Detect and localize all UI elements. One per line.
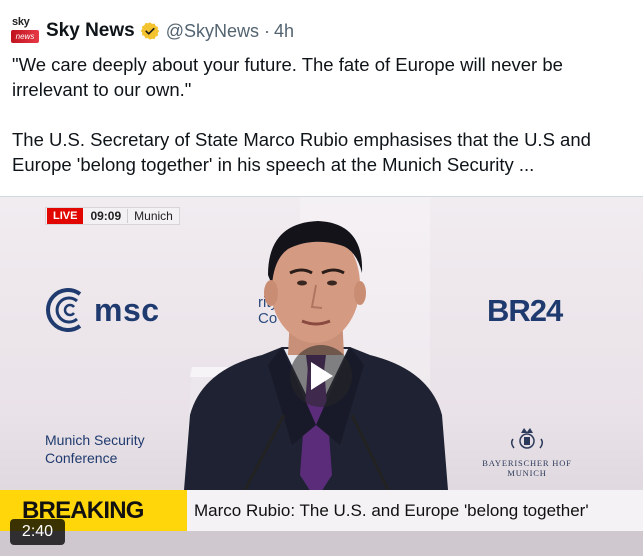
broadcast-clock: 09:09 — [84, 209, 129, 223]
author-handle[interactable]: @SkyNews — [166, 21, 259, 42]
tweet-timestamp[interactable]: 4h — [274, 21, 294, 42]
breaking-news-headline: Marco Rubio: The U.S. and Europe 'belong… — [187, 490, 643, 531]
live-status-bar: LIVE 09:09 Munich — [45, 207, 180, 225]
br24-logo: BR24 — [487, 293, 563, 328]
lower-strip — [0, 531, 643, 556]
video-duration-badge: 2:40 — [10, 519, 65, 545]
hotel-name: BAYERISCHER HOF MUNICH — [482, 458, 572, 478]
tweet-text: "We care deeply about your future. The f… — [12, 54, 591, 175]
msc-caption: Munich Security Conference — [45, 432, 145, 466]
tweet-card[interactable]: sky news Sky News @SkyNews · 4h "We care… — [0, 0, 643, 556]
play-icon — [311, 362, 333, 390]
crest-icon — [510, 428, 544, 449]
play-button[interactable] — [290, 345, 352, 407]
msc-logo: msc — [44, 285, 160, 335]
avatar-news-text: news — [11, 30, 39, 43]
sky-news-avatar[interactable]: sky news — [10, 16, 40, 46]
bayerischer-hof-logo: BAYERISCHER HOF MUNICH — [468, 425, 586, 478]
video-player[interactable]: msc rity Co BR24 Munich Security Confere… — [0, 196, 643, 556]
broadcast-location: Munich — [134, 209, 173, 223]
tweet-header: sky news Sky News @SkyNews · 4h — [10, 16, 294, 46]
msc-c-icon — [46, 288, 82, 332]
live-badge: LIVE — [47, 208, 84, 224]
msc-logo-text: msc — [94, 291, 160, 328]
breaking-news-banner: BREAKING NEWS Marco Rubio: The U.S. and … — [0, 490, 643, 556]
separator-dot: · — [264, 20, 271, 41]
author-name[interactable]: Sky News — [46, 20, 135, 42]
avatar-sky-text: sky — [12, 16, 30, 28]
verified-badge-icon[interactable] — [140, 21, 160, 41]
